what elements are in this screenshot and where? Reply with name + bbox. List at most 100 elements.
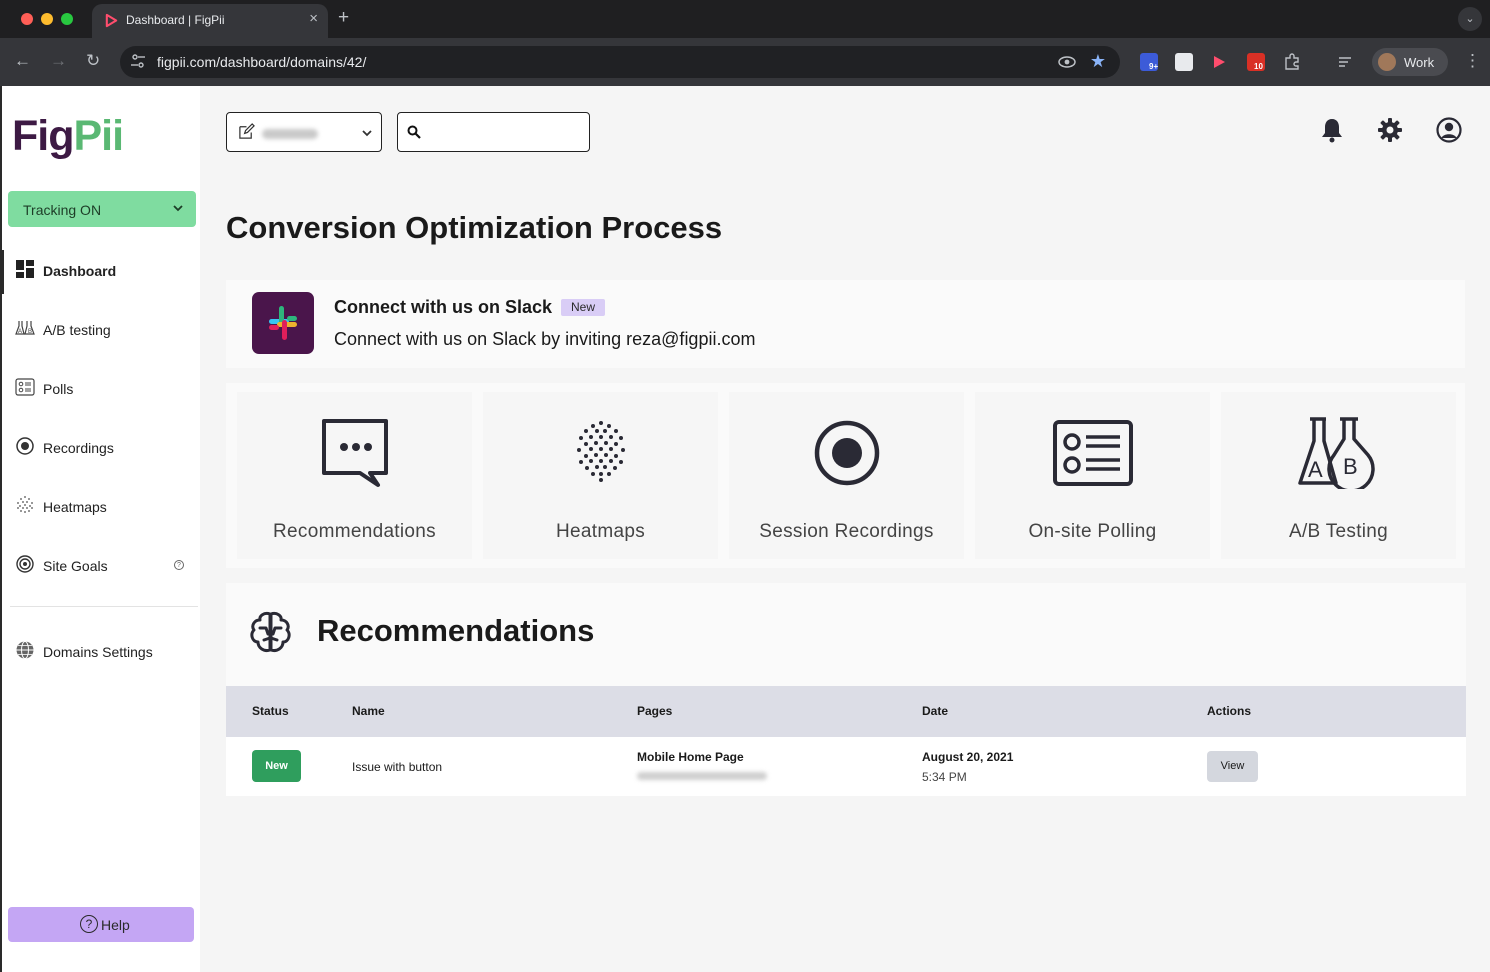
tab-bar: Dashboard | FigPii × + ⌄ xyxy=(0,0,1490,38)
forward-icon[interactable]: → xyxy=(50,51,67,71)
reading-list-icon[interactable] xyxy=(1337,53,1355,71)
recommendations-title: Recommendations xyxy=(317,613,595,648)
tab-close-icon[interactable]: × xyxy=(309,10,318,27)
feature-card-heatmaps[interactable]: Heatmaps xyxy=(483,392,718,559)
recommendation-date: August 20, 2021 xyxy=(922,750,1014,764)
feature-card-session-recordings[interactable]: Session Recordings xyxy=(729,392,964,559)
sidebar-item-label: Domains Settings xyxy=(43,644,153,660)
view-button[interactable]: View xyxy=(1207,751,1258,782)
info-icon[interactable]: ? xyxy=(174,560,184,570)
svg-text:B: B xyxy=(28,329,32,335)
column-header-date[interactable]: Date xyxy=(922,704,948,718)
column-header-actions: Actions xyxy=(1207,704,1252,718)
reload-icon[interactable]: ↻ xyxy=(86,51,100,71)
sidebar-divider xyxy=(10,606,198,607)
extensions-puzzle-icon[interactable] xyxy=(1283,53,1301,71)
status-badge: New xyxy=(252,750,301,782)
column-header-name[interactable]: Name xyxy=(352,704,385,718)
table-row[interactable]: New Issue with button Mobile Home Page A… xyxy=(226,737,1466,796)
help-button[interactable]: ? Help xyxy=(8,907,194,942)
feature-card-recommendations[interactable]: Recommendations xyxy=(237,392,472,559)
sidebar-item-ab-testing[interactable]: A B A/B testing xyxy=(2,309,198,349)
maximize-window-button[interactable] xyxy=(61,13,73,25)
page-url-redacted xyxy=(637,772,767,780)
recommendation-time: 5:34 PM xyxy=(922,770,967,784)
recommendation-name: Issue with button xyxy=(352,760,443,774)
address-bar[interactable]: figpii.com/dashboard/domains/42/ ★ xyxy=(120,46,1120,78)
profile-button[interactable]: Work xyxy=(1372,48,1448,76)
extension-4-badge: 10 xyxy=(1254,62,1263,71)
poll-form-icon xyxy=(1052,420,1133,486)
new-badge: New xyxy=(561,299,606,316)
slack-logo xyxy=(252,292,314,354)
sidebar-item-recordings[interactable]: Recordings xyxy=(2,427,198,467)
question-circle-icon: ? xyxy=(80,915,98,933)
slack-icon xyxy=(269,306,297,340)
url-text[interactable]: figpii.com/dashboard/domains/42/ xyxy=(157,54,366,70)
tab-search-icon[interactable]: ⌄ xyxy=(1458,7,1482,31)
column-header-pages[interactable]: Pages xyxy=(637,704,672,718)
help-label: Help xyxy=(101,917,130,933)
tracking-toggle[interactable]: Tracking ON xyxy=(8,191,196,227)
search-icon xyxy=(407,125,421,139)
feature-label: A/B Testing xyxy=(1288,521,1389,542)
tracking-label: Tracking ON xyxy=(23,202,102,218)
feature-cards: Recommendations Heatmaps Session Recordi… xyxy=(226,383,1465,568)
figpii-logo[interactable]: FigPii xyxy=(12,112,124,161)
sidebar-item-label: Heatmaps xyxy=(43,499,107,515)
bookmark-star-icon[interactable]: ★ xyxy=(1090,51,1106,72)
sidebar-item-heatmaps[interactable]: Heatmaps xyxy=(2,486,198,526)
logo-part-fig: Fig xyxy=(12,112,74,160)
sidebar-item-label: Site Goals xyxy=(43,558,108,574)
feature-card-on-site-polling[interactable]: On-site Polling xyxy=(975,392,1210,559)
profile-name: Work xyxy=(1404,55,1435,70)
edit-pencil-icon[interactable] xyxy=(238,123,255,140)
back-icon[interactable]: ← xyxy=(14,51,31,71)
heatmap-dots-icon xyxy=(576,421,625,482)
minimize-window-button[interactable] xyxy=(41,13,53,25)
search-input[interactable] xyxy=(428,121,583,143)
brain-icon xyxy=(250,612,291,652)
browser-tab[interactable]: Dashboard | FigPii × xyxy=(92,4,328,38)
browser-menu-icon[interactable]: ⋮ xyxy=(1464,51,1481,71)
gear-icon[interactable] xyxy=(1376,116,1404,144)
close-window-button[interactable] xyxy=(21,13,33,25)
feature-label: Recommendations xyxy=(273,521,436,542)
feature-label: Session Recordings xyxy=(759,521,934,542)
domain-select[interactable] xyxy=(226,112,382,152)
sidebar-item-label: Polls xyxy=(43,381,74,397)
extension-1-icon[interactable]: 9+ xyxy=(1140,53,1158,71)
site-info-icon[interactable] xyxy=(130,53,146,69)
slack-description: Connect with us on Slack by inviting rez… xyxy=(334,329,756,349)
chevron-down-icon xyxy=(173,205,183,212)
sidebar-item-dashboard[interactable]: Dashboard xyxy=(0,250,198,294)
chevron-down-icon xyxy=(362,130,372,137)
sidebar-item-domains-settings[interactable]: Domains Settings xyxy=(2,631,198,671)
tab-title: Dashboard | FigPii xyxy=(126,13,225,27)
feature-card-ab-testing[interactable]: A B A/B Testing xyxy=(1221,392,1456,559)
search-box[interactable] xyxy=(397,112,590,152)
svg-text:A: A xyxy=(1308,457,1323,482)
polls-icon xyxy=(15,378,35,396)
extension-4-icon[interactable]: 10 xyxy=(1247,53,1265,71)
ab-testing-icon: A B xyxy=(15,321,35,335)
new-tab-icon[interactable]: + xyxy=(338,7,349,29)
sidebar-item-site-goals[interactable]: Site Goals ? xyxy=(2,545,198,585)
column-header-status[interactable]: Status xyxy=(252,704,289,718)
extension-figpii-icon[interactable] xyxy=(1210,53,1228,71)
avatar xyxy=(1378,53,1396,71)
user-circle-icon[interactable] xyxy=(1435,116,1463,144)
bell-icon[interactable] xyxy=(1318,116,1346,144)
slack-banner[interactable]: Connect with us on Slack New Connect wit… xyxy=(226,280,1465,368)
logo-part-pii: Pii xyxy=(73,112,124,160)
eye-icon[interactable] xyxy=(1058,54,1076,70)
svg-text:A: A xyxy=(18,329,22,335)
recording-icon xyxy=(16,437,34,455)
table-header: Status Name Pages Date Actions xyxy=(226,686,1466,737)
domain-name-redacted xyxy=(262,129,318,139)
browser-chrome: Dashboard | FigPii × + ⌄ ← → ↻ figpii.co… xyxy=(0,0,1490,86)
sidebar-item-polls[interactable]: Polls xyxy=(2,368,198,408)
extension-2-icon[interactable] xyxy=(1175,53,1193,71)
globe-icon xyxy=(16,641,34,659)
page-name: Mobile Home Page xyxy=(637,750,744,764)
